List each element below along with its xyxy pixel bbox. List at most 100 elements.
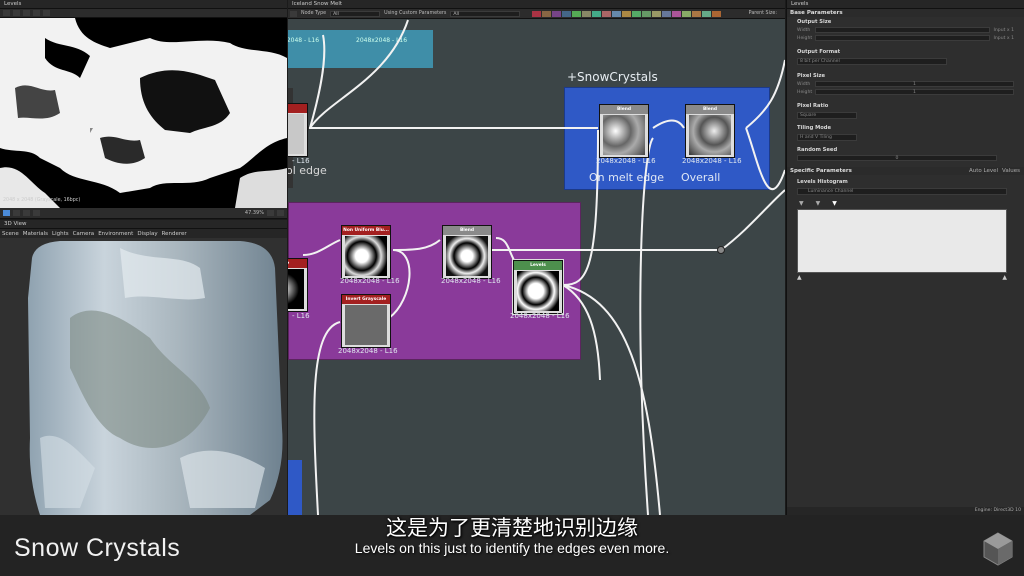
node-header: Blend bbox=[600, 105, 648, 114]
node-invert-grayscale[interactable]: Invert Grayscale bbox=[341, 294, 391, 348]
random-seed-label: Random Seed bbox=[797, 147, 838, 153]
height-input-mode[interactable]: Input x 1 bbox=[994, 36, 1014, 41]
values-button[interactable]: Values bbox=[1002, 167, 1020, 175]
histogram-display bbox=[797, 209, 1007, 273]
3d-viewport[interactable] bbox=[0, 238, 287, 515]
fit-button[interactable] bbox=[267, 210, 274, 216]
specific-parameters-header[interactable]: Specific Parameters Auto Level Values bbox=[787, 167, 1024, 175]
menu-camera[interactable]: Camera bbox=[73, 231, 95, 237]
node-non-uniform-blur[interactable]: Non Uniform Blu... bbox=[341, 225, 391, 279]
width-label: Width bbox=[797, 27, 811, 33]
input-mid-handle-icon[interactable]: ▼ bbox=[816, 200, 821, 207]
output-size-group: Output Size Width Input x 1 Height Input… bbox=[787, 17, 1024, 41]
node-thumbnail bbox=[345, 236, 387, 276]
3d-view-menubar: Scene Materials Lights Camera Environmen… bbox=[0, 229, 287, 238]
width-input-mode[interactable]: Input x 1 bbox=[994, 28, 1014, 33]
node-levels[interactable]: Levels bbox=[512, 259, 564, 315]
tool-button[interactable] bbox=[43, 10, 50, 16]
2d-view-titlebar: Levels bbox=[0, 0, 287, 9]
node-header: Invert Grayscale bbox=[342, 295, 390, 304]
view-mode-button[interactable] bbox=[33, 210, 40, 216]
pixel-size-label: Pixel Size bbox=[797, 73, 826, 79]
output-format-group: Output Format 8 bit per Channel bbox=[787, 41, 1024, 65]
3d-view-title: 3D View bbox=[4, 221, 27, 227]
2d-view-toolbar bbox=[0, 9, 287, 18]
random-seed-group: Random Seed 0 bbox=[787, 141, 1024, 161]
2d-view-panel: Levels 2048 x 2048 (Grayscale, 16bpc) 47… bbox=[0, 0, 287, 219]
node-res-blend-2: 2048x2048 - L16 bbox=[682, 157, 742, 165]
snow-cylinder-render bbox=[28, 241, 283, 515]
height-label: Height bbox=[797, 35, 813, 41]
node-res-left-top: - L16 bbox=[292, 157, 310, 165]
2d-view-status: 2048 x 2048 (Grayscale, 16bpc) bbox=[3, 198, 81, 203]
view-mode-button[interactable] bbox=[23, 210, 30, 216]
graph-panel: Iceland Snow Melt Node Type All Using Cu… bbox=[288, 0, 785, 515]
node-thumbnail bbox=[603, 115, 645, 155]
menu-environment[interactable]: Environment bbox=[98, 231, 133, 237]
output-size-label: Output Size bbox=[797, 19, 832, 25]
2d-view-title: Levels bbox=[4, 1, 22, 7]
pixel-height-field[interactable]: 1 bbox=[815, 89, 1014, 95]
pixel-ratio-label: Pixel Ratio bbox=[797, 103, 829, 109]
node-header: ...ale bbox=[288, 259, 307, 268]
base-parameters-header[interactable]: Base Parameters bbox=[787, 9, 1024, 17]
levels-histogram-group: Levels Histogram Luminance Channel ▼ ▼ ▼… bbox=[787, 175, 1024, 281]
node-header: Blend bbox=[443, 226, 491, 235]
pixel-height-label: Height bbox=[797, 89, 813, 95]
pixel-ratio-select[interactable]: Square bbox=[797, 112, 857, 119]
tool-button[interactable] bbox=[33, 10, 40, 16]
menu-scene[interactable]: Scene bbox=[2, 231, 19, 237]
random-seed-slider[interactable]: 0 bbox=[797, 155, 997, 161]
node-thumbnail bbox=[689, 115, 731, 155]
pixel-width-label: Width bbox=[797, 81, 811, 87]
output-format-select[interactable]: 8 bit per Channel bbox=[797, 58, 947, 65]
node-thumbnail bbox=[446, 236, 488, 276]
tool-button[interactable] bbox=[13, 10, 20, 16]
parameters-panel: Levels Base Parameters Output Size Width… bbox=[786, 0, 1024, 515]
width-slider[interactable] bbox=[815, 27, 990, 33]
output-low-handle-icon[interactable]: ▲ bbox=[797, 274, 802, 281]
auto-level-button[interactable]: Auto Level bbox=[969, 167, 998, 175]
node-thumbnail bbox=[288, 114, 304, 154]
tiling-mode-group: Tiling Mode H and V Tiling bbox=[787, 119, 1024, 141]
menu-lights[interactable]: Lights bbox=[52, 231, 69, 237]
pixel-width-field[interactable]: 1 bbox=[815, 81, 1014, 87]
tool-button[interactable] bbox=[23, 10, 30, 16]
node-res-blend-1: 2048x2048 - L16 bbox=[596, 157, 656, 165]
tiling-mode-select[interactable]: H and V Tiling bbox=[797, 134, 857, 141]
subtitle-english: Levels on this just to identify the edge… bbox=[354, 540, 670, 556]
parameters-title: Levels bbox=[791, 1, 809, 7]
node-partial-left-top[interactable] bbox=[288, 103, 308, 157]
specific-parameters-title: Specific Parameters bbox=[790, 168, 852, 174]
settings-button[interactable] bbox=[277, 210, 284, 216]
node-left-grayscale[interactable]: ...ale bbox=[288, 258, 308, 312]
output-high-handle-icon[interactable]: ▲ bbox=[1002, 274, 1007, 281]
menu-materials[interactable]: Materials bbox=[23, 231, 48, 237]
node-res-non-uniform: 2048x2048 - L16 bbox=[340, 277, 400, 285]
node-header: Levels bbox=[514, 261, 562, 270]
node-res-left-grayscale: - L16 bbox=[292, 312, 310, 320]
subtitle-chinese: 这是为了更清楚地识别边缘 bbox=[386, 516, 638, 540]
node-blend-1[interactable]: Blend bbox=[599, 104, 649, 158]
cursor-arrow-icon bbox=[90, 128, 93, 133]
view-mode-button[interactable] bbox=[13, 210, 20, 216]
zoom-readout: 47.39% bbox=[244, 210, 264, 216]
height-slider[interactable] bbox=[815, 35, 990, 41]
node-blend-2[interactable]: Blend bbox=[685, 104, 735, 158]
node-header bbox=[288, 104, 307, 113]
parameters-titlebar: Levels bbox=[787, 0, 1024, 9]
node-thumbnail bbox=[517, 271, 559, 311]
node-header: Non Uniform Blu... bbox=[342, 226, 390, 235]
tool-button[interactable] bbox=[3, 10, 10, 16]
input-high-handle-icon[interactable]: ▼ bbox=[832, 200, 837, 207]
output-format-label: Output Format bbox=[797, 49, 841, 55]
menu-renderer[interactable]: Renderer bbox=[162, 231, 187, 237]
node-res-levels: 2048x2048 - L16 bbox=[510, 312, 570, 320]
levels-histogram-label: Levels Histogram bbox=[797, 179, 848, 185]
input-low-handle-icon[interactable]: ▼ bbox=[799, 200, 804, 207]
node-blend-3[interactable]: Blend bbox=[442, 225, 492, 279]
menu-display[interactable]: Display bbox=[137, 231, 157, 237]
channel-select[interactable]: Luminance Channel bbox=[797, 188, 1007, 195]
view-mode-button[interactable] bbox=[3, 210, 10, 216]
grayscale-mask-image bbox=[0, 18, 287, 208]
